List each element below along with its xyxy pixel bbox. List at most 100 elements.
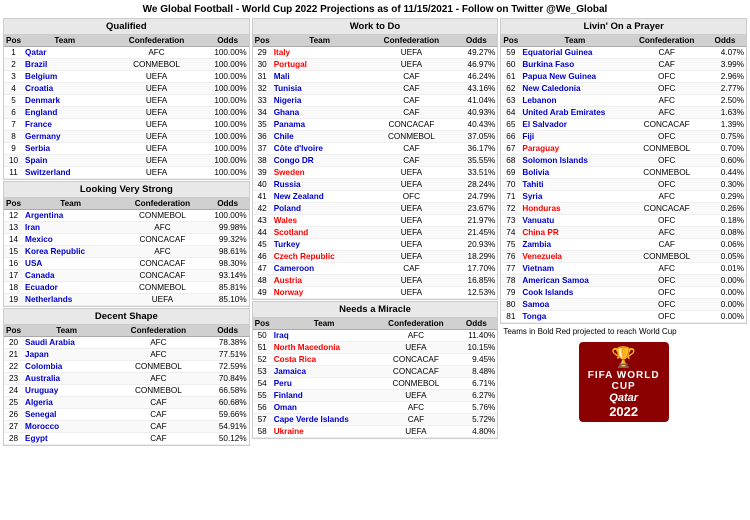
col-pos: Pos bbox=[253, 35, 272, 47]
row-team: Ukraine bbox=[272, 426, 377, 438]
row-confederation: CAF bbox=[376, 414, 455, 426]
table-row: 77VietnamAFC0.01% bbox=[501, 263, 746, 275]
row-pos: 49 bbox=[253, 287, 272, 299]
table-row: 36ChileCONMEBOL37.05% bbox=[253, 131, 498, 143]
row-team: Serbia bbox=[23, 143, 106, 155]
row-pos: 34 bbox=[253, 107, 272, 119]
row-odds: 100.00% bbox=[207, 210, 249, 222]
row-pos: 10 bbox=[4, 155, 23, 167]
row-confederation: UEFA bbox=[368, 227, 456, 239]
row-pos: 69 bbox=[501, 167, 520, 179]
col-team: Team bbox=[23, 198, 118, 210]
row-confederation: CONCACAF bbox=[368, 119, 456, 131]
row-pos: 26 bbox=[4, 409, 23, 421]
row-confederation: UEFA bbox=[376, 390, 455, 402]
row-team: Peru bbox=[272, 378, 377, 390]
row-pos: 58 bbox=[253, 426, 272, 438]
row-odds: 0.30% bbox=[704, 179, 746, 191]
row-pos: 68 bbox=[501, 155, 520, 167]
table-row: 41New ZealandOFC24.79% bbox=[253, 191, 498, 203]
year-label: 2022 bbox=[609, 404, 638, 419]
row-odds: 0.70% bbox=[704, 143, 746, 155]
row-odds: 24.79% bbox=[455, 191, 497, 203]
row-pos: 65 bbox=[501, 119, 520, 131]
col-odds: Odds bbox=[207, 325, 249, 337]
row-odds: 0.01% bbox=[704, 263, 746, 275]
row-team: Zambia bbox=[520, 239, 629, 251]
row-team: Croatia bbox=[23, 83, 106, 95]
row-pos: 3 bbox=[4, 71, 23, 83]
table-row: 43WalesUEFA21.97% bbox=[253, 215, 498, 227]
row-confederation: CAF bbox=[368, 143, 456, 155]
table-row: 47CameroonCAF17.70% bbox=[253, 263, 498, 275]
row-confederation: UEFA bbox=[106, 95, 206, 107]
col-team: Team bbox=[272, 318, 377, 330]
table-row: 58UkraineUEFA4.80% bbox=[253, 426, 498, 438]
col-odds: Odds bbox=[455, 318, 497, 330]
row-team: Costa Rica bbox=[272, 354, 377, 366]
row-pos: 72 bbox=[501, 203, 520, 215]
row-odds: 20.93% bbox=[455, 239, 497, 251]
row-team: Panama bbox=[272, 119, 368, 131]
row-pos: 36 bbox=[253, 131, 272, 143]
row-pos: 67 bbox=[501, 143, 520, 155]
row-odds: 4.07% bbox=[704, 47, 746, 59]
col-team: Team bbox=[272, 35, 368, 47]
row-confederation: UEFA bbox=[106, 119, 206, 131]
row-team: Czech Republic bbox=[272, 251, 368, 263]
row-confederation: CONMEBOL bbox=[629, 143, 704, 155]
row-odds: 6.27% bbox=[455, 390, 497, 402]
row-pos: 46 bbox=[253, 251, 272, 263]
table-row: 21JapanAFC77.51% bbox=[4, 349, 249, 361]
fifa-label: FIFA WORLD CUP bbox=[579, 370, 669, 392]
row-pos: 11 bbox=[4, 167, 23, 179]
row-odds: 46.24% bbox=[455, 71, 497, 83]
row-confederation: UEFA bbox=[368, 47, 456, 59]
row-confederation: AFC bbox=[118, 246, 206, 258]
table-row: 40RussiaUEFA28.24% bbox=[253, 179, 498, 191]
row-pos: 16 bbox=[4, 258, 23, 270]
table-row: 37Côte d'IvoireCAF36.17% bbox=[253, 143, 498, 155]
row-odds: 0.06% bbox=[704, 239, 746, 251]
row-team: Tonga bbox=[520, 311, 629, 323]
row-team: Solomon Islands bbox=[520, 155, 629, 167]
row-confederation: UEFA bbox=[376, 342, 455, 354]
table-row: 46Czech RepublicUEFA18.29% bbox=[253, 251, 498, 263]
work-to-do-section: Work to Do Pos Team Confederation Odds 2… bbox=[252, 18, 499, 300]
row-team: Wales bbox=[272, 215, 368, 227]
row-confederation: UEFA bbox=[106, 155, 206, 167]
row-pos: 42 bbox=[253, 203, 272, 215]
row-confederation: UEFA bbox=[118, 294, 206, 306]
table-row: 42PolandUEFA23.67% bbox=[253, 203, 498, 215]
row-team: Syria bbox=[520, 191, 629, 203]
row-confederation: AFC bbox=[376, 402, 455, 414]
row-team: Congo DR bbox=[272, 155, 368, 167]
col-pos: Pos bbox=[501, 35, 520, 47]
row-pos: 20 bbox=[4, 337, 23, 349]
table-row: 11SwitzerlandUEFA100.00% bbox=[4, 167, 249, 179]
work-to-do-table: Pos Team Confederation Odds 29ItalyUEFA4… bbox=[253, 35, 498, 299]
row-pos: 81 bbox=[501, 311, 520, 323]
row-odds: 18.29% bbox=[455, 251, 497, 263]
row-pos: 15 bbox=[4, 246, 23, 258]
row-confederation: UEFA bbox=[106, 83, 206, 95]
row-team: Tahiti bbox=[520, 179, 629, 191]
table-row: 78American SamoaOFC0.00% bbox=[501, 275, 746, 287]
row-pos: 55 bbox=[253, 390, 272, 402]
row-confederation: OFC bbox=[629, 299, 704, 311]
row-odds: 72.59% bbox=[207, 361, 249, 373]
table-row: 16USACONCACAF98.30% bbox=[4, 258, 249, 270]
qualified-section: Qualified Pos Team Confederation Odds 1Q… bbox=[3, 18, 250, 180]
row-confederation: AFC bbox=[376, 330, 455, 342]
page-title: We Global Football - World Cup 2022 Proj… bbox=[0, 0, 750, 17]
table-row: 35PanamaCONCACAF40.43% bbox=[253, 119, 498, 131]
table-row: 5DenmarkUEFA100.00% bbox=[4, 95, 249, 107]
col-pos: Pos bbox=[253, 318, 272, 330]
table-row: 29ItalyUEFA49.27% bbox=[253, 47, 498, 59]
table-row: 28EgyptCAF50.12% bbox=[4, 433, 249, 445]
table-row: 48AustriaUEFA16.85% bbox=[253, 275, 498, 287]
row-team: Lebanon bbox=[520, 95, 629, 107]
row-pos: 50 bbox=[253, 330, 272, 342]
row-team: England bbox=[23, 107, 106, 119]
row-confederation: UEFA bbox=[106, 107, 206, 119]
